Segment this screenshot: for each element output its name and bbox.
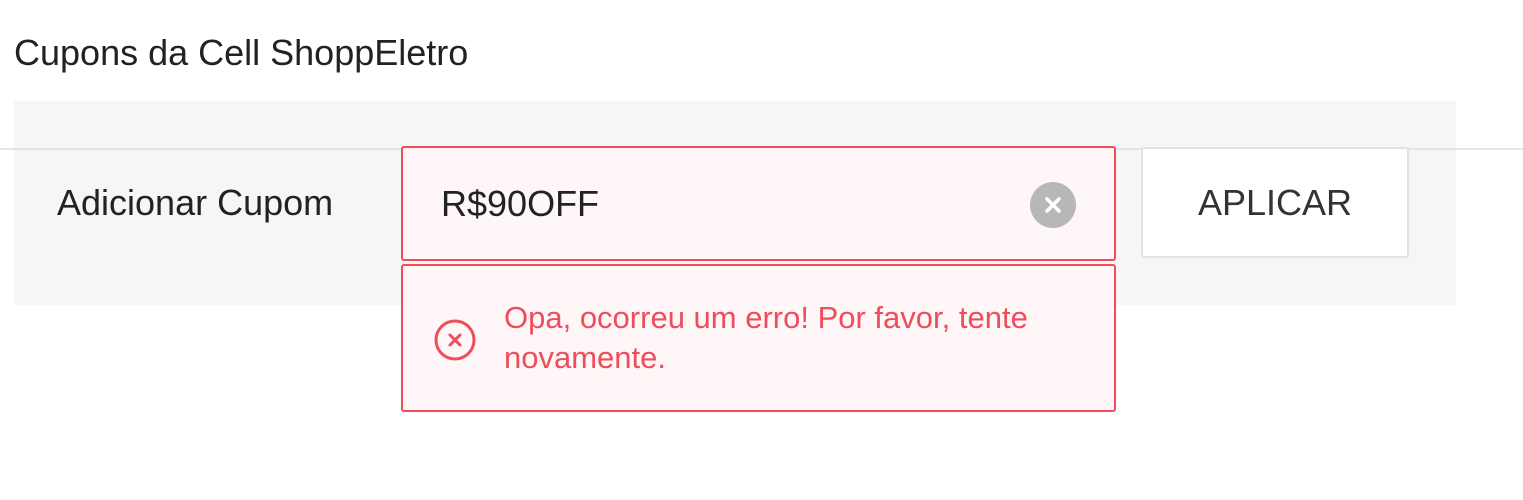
clear-icon[interactable] bbox=[1030, 182, 1076, 228]
error-message-box: Opa, ocorreu um erro! Por favor, tente n… bbox=[401, 264, 1116, 412]
coupon-input-wrapper bbox=[401, 146, 1116, 261]
error-message: Opa, ocorreu um erro! Por favor, tente n… bbox=[504, 300, 1028, 375]
coupon-page: Cupons da Cell ShoppEletro Adicionar Cup… bbox=[0, 0, 1523, 500]
coupon-label: Adicionar Cupom bbox=[57, 182, 334, 223]
coupon-input[interactable] bbox=[403, 148, 1041, 259]
section-title: Cupons da Cell ShoppEletro bbox=[14, 32, 469, 73]
error-icon bbox=[433, 318, 477, 362]
apply-button[interactable]: APLICAR bbox=[1141, 147, 1409, 258]
